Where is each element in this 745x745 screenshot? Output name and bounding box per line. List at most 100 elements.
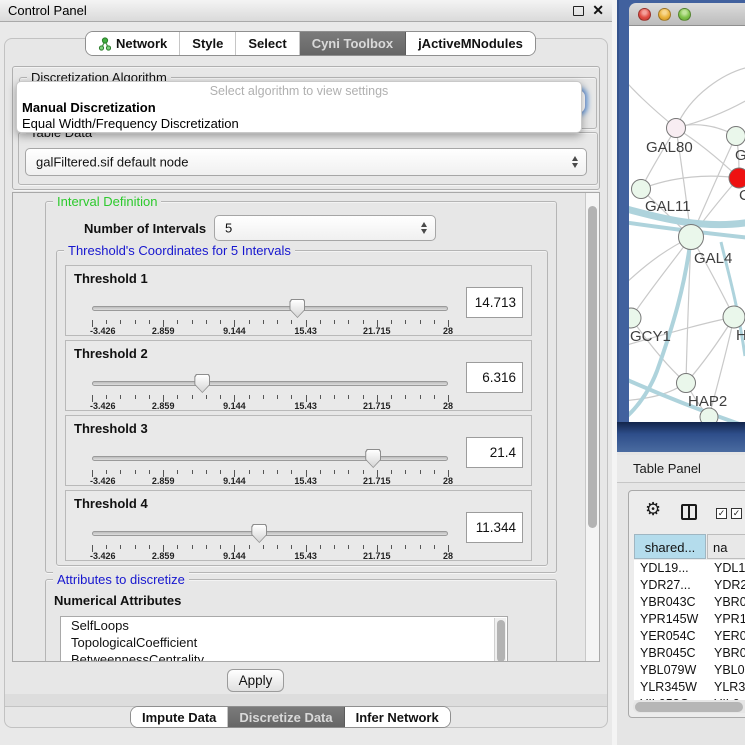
cell-shared-name: YPR145W (640, 611, 698, 628)
tab-cyni-toolbox[interactable]: Cyni Toolbox (300, 32, 406, 55)
threshold-slider[interactable] (92, 448, 448, 470)
column-header-shared-name[interactable]: shared... (634, 534, 706, 559)
bottom-tab-discretize-data[interactable]: Discretize Data (228, 707, 344, 727)
list-item[interactable]: BetweennessCentrality (61, 651, 507, 662)
number-of-intervals-value: 5 (225, 221, 232, 236)
table-horizontal-scrollbar[interactable] (633, 700, 745, 713)
bottom-tab-label: Infer Network (356, 710, 439, 725)
tab-jactivemnodules[interactable]: jActiveMNodules (406, 32, 535, 55)
slider-track[interactable] (92, 456, 448, 461)
network-window-titlebar[interactable] (629, 3, 745, 26)
number-of-intervals-spinner[interactable]: 5 (214, 215, 436, 241)
slider-track[interactable] (92, 381, 448, 386)
slider-thumb[interactable] (194, 374, 210, 393)
cell-shared-name: YBL079W (640, 662, 696, 679)
minimize-traffic-light[interactable] (658, 8, 671, 21)
network-edge[interactable] (629, 78, 676, 128)
tick-label: 28 (443, 326, 453, 336)
network-node-c[interactable] (729, 168, 745, 188)
tick-label: 9.144 (223, 326, 246, 336)
network-node-g[interactable] (727, 127, 745, 146)
table-row[interactable]: YBR043CYBR0 (634, 594, 745, 611)
apply-button[interactable]: Apply (227, 669, 284, 692)
list-scrollbar-thumb[interactable] (497, 620, 505, 662)
slider-track[interactable] (92, 531, 448, 536)
gear-icon[interactable]: ⚙ (645, 500, 661, 518)
settings-scroll-panel: Interval Definition Number of Intervals … (12, 192, 600, 662)
combobox-stepper-icon (572, 156, 578, 168)
panel-scrollbar[interactable] (585, 193, 599, 661)
threshold-value-field[interactable]: 21.4 (466, 437, 523, 468)
network-node-hap2[interactable] (677, 374, 696, 393)
node-label: H (736, 327, 745, 344)
list-item[interactable]: TopologicalCoefficient (61, 634, 507, 651)
threshold-coordinates-label: Threshold's Coordinates for 5 Intervals (64, 243, 295, 258)
slider-tick-labels: -3.4262.8599.14415.4321.71528 (92, 326, 448, 337)
column-header-name[interactable]: na (707, 534, 745, 559)
network-node-gcy1[interactable] (629, 308, 641, 328)
threshold-value-field[interactable]: 6.316 (466, 362, 523, 393)
cell-shared-name: YDL19... (640, 560, 689, 577)
network-node-h[interactable] (723, 306, 745, 328)
bottom-tab-infer-network[interactable]: Infer Network (345, 707, 450, 727)
split-columns-icon[interactable] (681, 504, 697, 520)
table-row[interactable]: YBR045CYBR0 (634, 645, 745, 662)
network-node[interactable] (700, 408, 718, 422)
bottom-tab-impute-data[interactable]: Impute Data (131, 707, 228, 727)
table-data-combobox[interactable]: galFiltered.sif default node (25, 148, 587, 176)
threshold-row-3: Threshold 3-3.4262.8599.14415.4321.71528… (65, 415, 532, 486)
tick-label: 21.715 (363, 476, 391, 486)
list-item[interactable]: SelfLoops (61, 617, 507, 634)
tick-label: -3.426 (90, 551, 116, 561)
slider-thumb[interactable] (365, 449, 381, 468)
threshold-slider[interactable] (92, 298, 448, 320)
float-window-icon[interactable] (573, 6, 584, 16)
table-horizontal-scrollbar-thumb[interactable] (635, 702, 743, 712)
list-scrollbar[interactable] (494, 618, 506, 662)
slider-track[interactable] (92, 306, 448, 311)
numerical-attributes-list[interactable]: SelfLoopsTopologicalCoefficientBetweenne… (60, 616, 508, 662)
tick-label: 2.859 (152, 476, 175, 486)
table-row[interactable]: YBL079WYBL0 (634, 662, 745, 679)
tab-select[interactable]: Select (236, 32, 299, 55)
network-node-gal80[interactable] (667, 119, 686, 138)
network-node-gal11[interactable] (632, 180, 651, 199)
cell-shared-name: YLR345W (640, 679, 697, 696)
network-edge[interactable] (676, 66, 745, 128)
table-row[interactable]: YER054CYER0 (634, 628, 745, 645)
network-edge[interactable] (676, 96, 745, 128)
table-row[interactable]: YDR27...YDR2 (634, 577, 745, 594)
close-icon[interactable]: ✕ (592, 2, 604, 19)
table-row[interactable]: YLR345WYLR3 (634, 679, 745, 696)
table-row[interactable]: YPR145WYPR1 (634, 611, 745, 628)
bottom-tab-label: Discretize Data (239, 710, 332, 725)
tab-style[interactable]: Style (180, 32, 236, 55)
threshold-value-field[interactable]: 11.344 (466, 512, 523, 543)
node-label: GAL80 (646, 139, 693, 156)
threshold-row-4: Threshold 4-3.4262.8599.14415.4321.71528… (65, 490, 532, 561)
algorithm-option-equal-width-frequency-discretization[interactable]: Equal Width/Frequency Discretization (22, 116, 239, 131)
checkbox-icon[interactable]: ✓ (731, 508, 742, 519)
close-traffic-light[interactable] (638, 8, 651, 21)
slider-thumb[interactable] (251, 524, 267, 543)
checkbox-icon[interactable]: ✓ (716, 508, 727, 519)
threshold-slider[interactable] (92, 523, 448, 545)
zoom-traffic-light[interactable] (678, 8, 691, 21)
panel-scrollbar-thumb[interactable] (588, 206, 597, 528)
table-row[interactable]: YDL19...YDL1 (634, 560, 745, 577)
algorithm-option-manual-discretization[interactable]: Manual Discretization (22, 100, 156, 115)
threshold-value-field[interactable]: 14.713 (466, 287, 523, 318)
node-attribute-table[interactable]: shared... na YDL19...YDL1YDR27...YDR2YBR… (634, 534, 745, 700)
threshold-slider[interactable] (92, 373, 448, 395)
network-node-gal4[interactable] (679, 225, 704, 250)
slider-thumb[interactable] (289, 299, 305, 318)
network-edge[interactable] (631, 237, 691, 318)
tab-network[interactable]: Network (86, 32, 180, 55)
network-canvas[interactable]: GAL80GCGAL11GAL4GCY1HHAP2 (629, 26, 745, 422)
network-edge[interactable] (641, 176, 739, 189)
tick-label: 21.715 (363, 401, 391, 411)
network-edge[interactable] (691, 237, 734, 317)
tick-label: 2.859 (152, 551, 175, 561)
numerical-attributes-label: Numerical Attributes (54, 593, 181, 608)
cell-name: YBR0 (714, 645, 745, 662)
